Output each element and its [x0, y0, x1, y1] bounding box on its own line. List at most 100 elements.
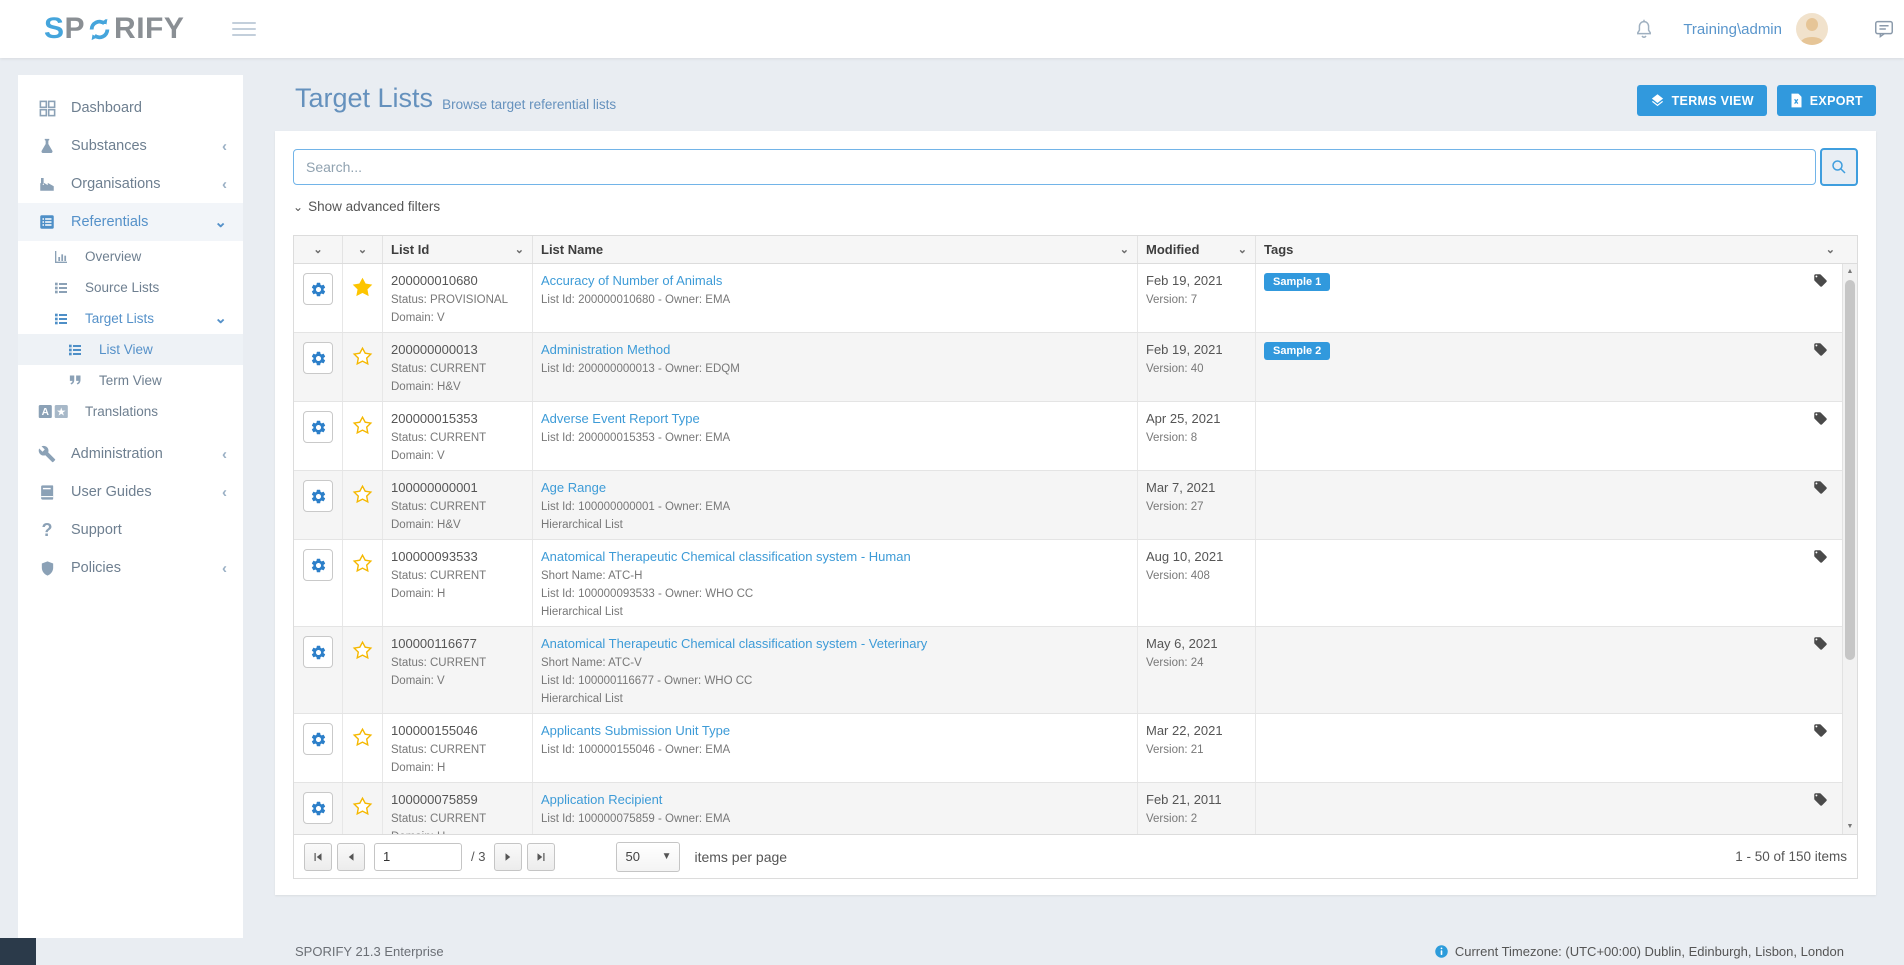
sidebar-item-policies[interactable]: Policies ‹: [18, 549, 243, 587]
column-header-list-name[interactable]: List Name ⌄: [532, 236, 1137, 263]
first-page-button[interactable]: [304, 843, 332, 871]
list-name-link[interactable]: Anatomical Therapeutic Chemical classifi…: [541, 636, 927, 651]
row-settings-button[interactable]: [303, 636, 333, 668]
star-icon[interactable]: [352, 553, 373, 574]
column-header-list-id[interactable]: List Id ⌄: [382, 236, 532, 263]
list-name-link[interactable]: Administration Method: [541, 342, 670, 357]
sidebar-item-referentials[interactable]: Referentials ⌄: [18, 203, 243, 241]
export-button[interactable]: EXPORT: [1777, 85, 1876, 116]
version-label: Version: 8: [1146, 432, 1247, 444]
page-size-select[interactable]: 50 ▼: [616, 842, 680, 872]
list-status: Status: CURRENT: [391, 501, 524, 513]
tag-icon[interactable]: [1813, 636, 1828, 651]
search-button[interactable]: [1820, 148, 1858, 186]
row-settings-button[interactable]: [303, 480, 333, 512]
sidebar-item-term-view[interactable]: Term View: [18, 365, 243, 396]
sidebar-item-organisations[interactable]: Organisations ‹: [18, 165, 243, 203]
version-label: Version: 24: [1146, 657, 1247, 669]
row-settings-button[interactable]: [303, 723, 333, 755]
column-header-tags[interactable]: Tags ⌄: [1255, 236, 1857, 263]
column-label: Modified: [1146, 242, 1199, 257]
sidebar-item-target-lists[interactable]: Target Lists ⌄: [18, 303, 243, 334]
list-name-link[interactable]: Accuracy of Number of Animals: [541, 273, 722, 288]
feedback-chat-icon[interactable]: [1872, 18, 1896, 40]
table-row[interactable]: 200000010680 Status: PROVISIONAL Domain:…: [294, 264, 1842, 333]
table-row[interactable]: 100000116677 Status: CURRENT Domain: V A…: [294, 627, 1842, 714]
sidebar-item-label: Substances: [71, 138, 147, 154]
table-row[interactable]: 100000000001 Status: CURRENT Domain: H&V…: [294, 471, 1842, 540]
tag-icon[interactable]: [1813, 549, 1828, 564]
table-row[interactable]: 100000093533 Status: CURRENT Domain: H A…: [294, 540, 1842, 627]
tag-icon[interactable]: [1813, 273, 1828, 288]
list-name-link[interactable]: Age Range: [541, 480, 606, 495]
logo-letter-p: P: [65, 12, 86, 46]
next-page-button[interactable]: [494, 843, 522, 871]
list-name-link[interactable]: Adverse Event Report Type: [541, 411, 700, 426]
row-settings-button[interactable]: [303, 549, 333, 581]
grid-pager: / 3 50 ▼ items per page 1 - 50 of 150 it…: [294, 834, 1857, 878]
sidebar-item-overview[interactable]: Overview: [18, 241, 243, 272]
terms-view-button[interactable]: TERMS VIEW: [1637, 85, 1767, 116]
scroll-down-arrow[interactable]: ▼: [1843, 819, 1857, 834]
user-menu[interactable]: Training\admin: [1683, 21, 1782, 38]
list-name-link[interactable]: Application Recipient: [541, 792, 662, 807]
tag-icon[interactable]: [1813, 411, 1828, 426]
scroll-up-arrow[interactable]: ▲: [1843, 264, 1857, 279]
column-menu-favorites[interactable]: ⌄: [342, 236, 382, 263]
table-row[interactable]: 100000155046 Status: CURRENT Domain: H A…: [294, 714, 1842, 783]
version-label: Version: 27: [1146, 501, 1247, 513]
star-icon[interactable]: [352, 346, 373, 367]
table-row[interactable]: 200000015353 Status: CURRENT Domain: V A…: [294, 402, 1842, 471]
tag-icon[interactable]: [1813, 792, 1828, 807]
chevron-left-icon: ‹: [222, 447, 227, 462]
vertical-scrollbar[interactable]: ▲ ▼: [1842, 264, 1857, 834]
star-icon[interactable]: [352, 640, 373, 661]
chevron-down-icon: ⌄: [358, 243, 367, 256]
modified-date: Mar 22, 2021: [1146, 723, 1247, 738]
list-id-cell: 200000010680 Status: PROVISIONAL Domain:…: [382, 264, 532, 332]
list-name-link[interactable]: Applicants Submission Unit Type: [541, 723, 730, 738]
show-advanced-filters-link[interactable]: ⌄ Show advanced filters: [293, 199, 440, 214]
row-settings-button[interactable]: [303, 342, 333, 374]
last-page-button[interactable]: [527, 843, 555, 871]
sidebar-item-support[interactable]: ? Support: [18, 511, 243, 549]
star-icon[interactable]: [352, 796, 373, 817]
row-settings-button[interactable]: [303, 792, 333, 824]
list-id-cell: 200000000013 Status: CURRENT Domain: H&V: [382, 333, 532, 401]
star-icon[interactable]: [352, 727, 373, 748]
tag-badges: Sample 1: [1264, 273, 1330, 288]
sidebar-item-translations[interactable]: A ★ Translations: [18, 396, 243, 427]
sidebar-item-list-view[interactable]: List View: [18, 334, 243, 365]
star-icon[interactable]: [352, 277, 373, 298]
column-menu-actions[interactable]: ⌄: [294, 236, 342, 263]
star-icon[interactable]: [352, 415, 373, 436]
tag-icon[interactable]: [1813, 480, 1828, 495]
tag-icon[interactable]: [1813, 342, 1828, 357]
notifications-bell-icon[interactable]: [1633, 17, 1655, 41]
previous-page-button[interactable]: [337, 843, 365, 871]
wrench-icon: [36, 445, 58, 463]
sidebar-item-user-guides[interactable]: User Guides ‹: [18, 473, 243, 511]
avatar[interactable]: [1796, 13, 1828, 45]
sporify-logo[interactable]: SP RIFY: [44, 12, 184, 46]
question-mark-icon: ?: [36, 521, 58, 539]
row-settings-button[interactable]: [303, 273, 333, 305]
table-row[interactable]: 100000075859 Status: CURRENT Domain: H A…: [294, 783, 1842, 834]
search-input[interactable]: [293, 149, 1816, 185]
row-settings-button[interactable]: [303, 411, 333, 443]
table-row[interactable]: 200000000013 Status: CURRENT Domain: H&V…: [294, 333, 1842, 402]
list-id-cell: 100000093533 Status: CURRENT Domain: H: [382, 540, 532, 626]
star-icon[interactable]: [352, 484, 373, 505]
sidebar-item-source-lists[interactable]: Source Lists: [18, 272, 243, 303]
scrollbar-thumb[interactable]: [1845, 280, 1855, 660]
tags-cell: [1255, 783, 1842, 834]
sidebar-item-administration[interactable]: Administration ‹: [18, 435, 243, 473]
sidebar-item-dashboard[interactable]: Dashboard: [18, 89, 243, 127]
sidebar-item-substances[interactable]: Substances ‹: [18, 127, 243, 165]
page-number-input[interactable]: [374, 843, 462, 871]
list-name-link[interactable]: Anatomical Therapeutic Chemical classifi…: [541, 549, 911, 564]
menu-toggle-icon[interactable]: [232, 18, 256, 40]
list-id-cell: 200000015353 Status: CURRENT Domain: V: [382, 402, 532, 470]
tag-icon[interactable]: [1813, 723, 1828, 738]
column-header-modified[interactable]: Modified ⌄: [1137, 236, 1255, 263]
